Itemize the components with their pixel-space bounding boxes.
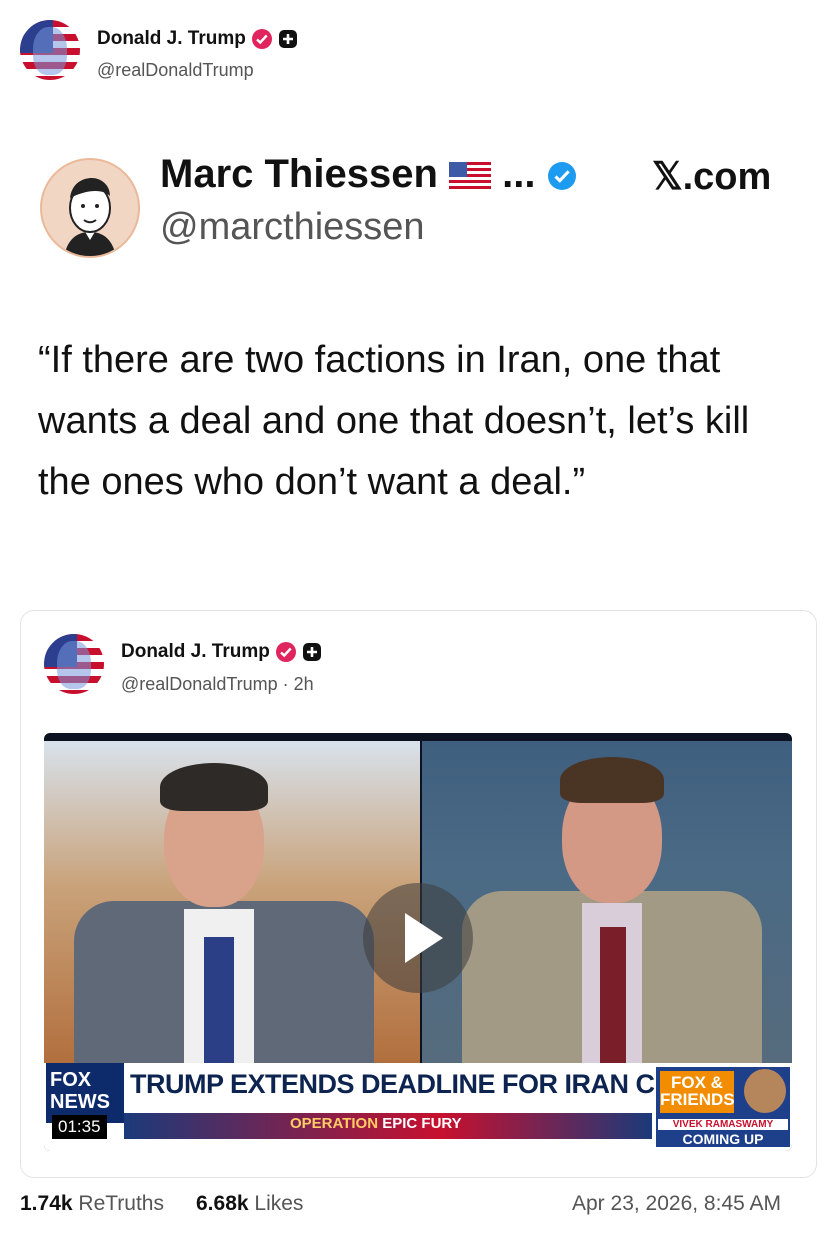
x-verified-check-icon — [547, 162, 576, 191]
operation-label-row: OPERATION EPIC FURY — [290, 1115, 462, 1132]
video-player[interactable]: FOX NEWS TRUMP EXTENDS DEADLINE FOR IRAN… — [44, 733, 792, 1151]
quoted-author-handle[interactable]: @marcthiessen — [160, 206, 425, 249]
author-name[interactable]: Donald J. Trump — [97, 28, 246, 49]
likes-stat[interactable]: 6.68k Likes — [196, 1192, 303, 1216]
retruths-count: 1.74k — [20, 1192, 73, 1215]
post-timestamp[interactable]: Apr 23, 2026, 8:45 AM — [572, 1192, 781, 1216]
embedded-author-name-row[interactable]: Donald J. Trump — [121, 641, 322, 663]
retruths-label: ReTruths — [78, 1192, 164, 1215]
retruths-stat[interactable]: 1.74k ReTruths — [20, 1192, 164, 1216]
author-name-row[interactable]: Donald J. Trump — [97, 28, 298, 50]
author-avatar[interactable] — [20, 20, 80, 80]
name-truncation: ... — [502, 152, 536, 196]
quoted-author-name-row[interactable]: Marc Thiessen ... — [160, 152, 577, 197]
author-handle[interactable]: @realDonaldTrump — [97, 60, 254, 81]
verified-badge-icon — [276, 642, 297, 662]
verified-badge-icon — [252, 29, 273, 49]
cartoon-portrait-icon — [64, 178, 116, 256]
plus-badge-icon — [303, 643, 322, 661]
quoted-post-text: “If there are two factions in Iran, one … — [38, 339, 750, 503]
embedded-author-name[interactable]: Donald J. Trump — [121, 641, 270, 662]
plus-badge-icon — [279, 30, 298, 48]
news-ticker: FOX NEWS TRUMP EXTENDS DEADLINE FOR IRAN… — [44, 1063, 792, 1151]
guest-name: VIVEK RAMASWAMY — [658, 1119, 788, 1130]
likes-count: 6.68k — [196, 1192, 249, 1215]
play-icon[interactable] — [363, 883, 473, 993]
video-duration: 01:35 — [52, 1115, 107, 1139]
video-left-panel — [44, 741, 420, 1063]
operation-label: OPERATION — [290, 1115, 379, 1132]
source-label[interactable]: 𝕏.com — [652, 154, 771, 199]
coming-up-label: COMING UP — [682, 1131, 764, 1147]
embedded-author-avatar[interactable] — [44, 634, 104, 694]
us-flag-icon — [449, 162, 492, 191]
embedded-author-handle[interactable]: @realDonaldTrump · 2h — [121, 674, 314, 695]
fox-and-friends-box: FOX & FRIENDS VIVEK RAMASWAMY COMING UP — [656, 1067, 790, 1147]
fox-news-logo: FOX NEWS — [46, 1063, 124, 1123]
operation-name: EPIC FURY — [382, 1115, 462, 1132]
quoted-author-name[interactable]: Marc Thiessen — [160, 152, 438, 196]
video-right-panel — [422, 741, 792, 1063]
likes-label: Likes — [254, 1192, 304, 1215]
marc-thiessen-avatar[interactable] — [40, 158, 140, 258]
fox-and-friends-logo: FOX & FRIENDS — [660, 1071, 735, 1113]
guest-thumbnail — [744, 1069, 786, 1113]
